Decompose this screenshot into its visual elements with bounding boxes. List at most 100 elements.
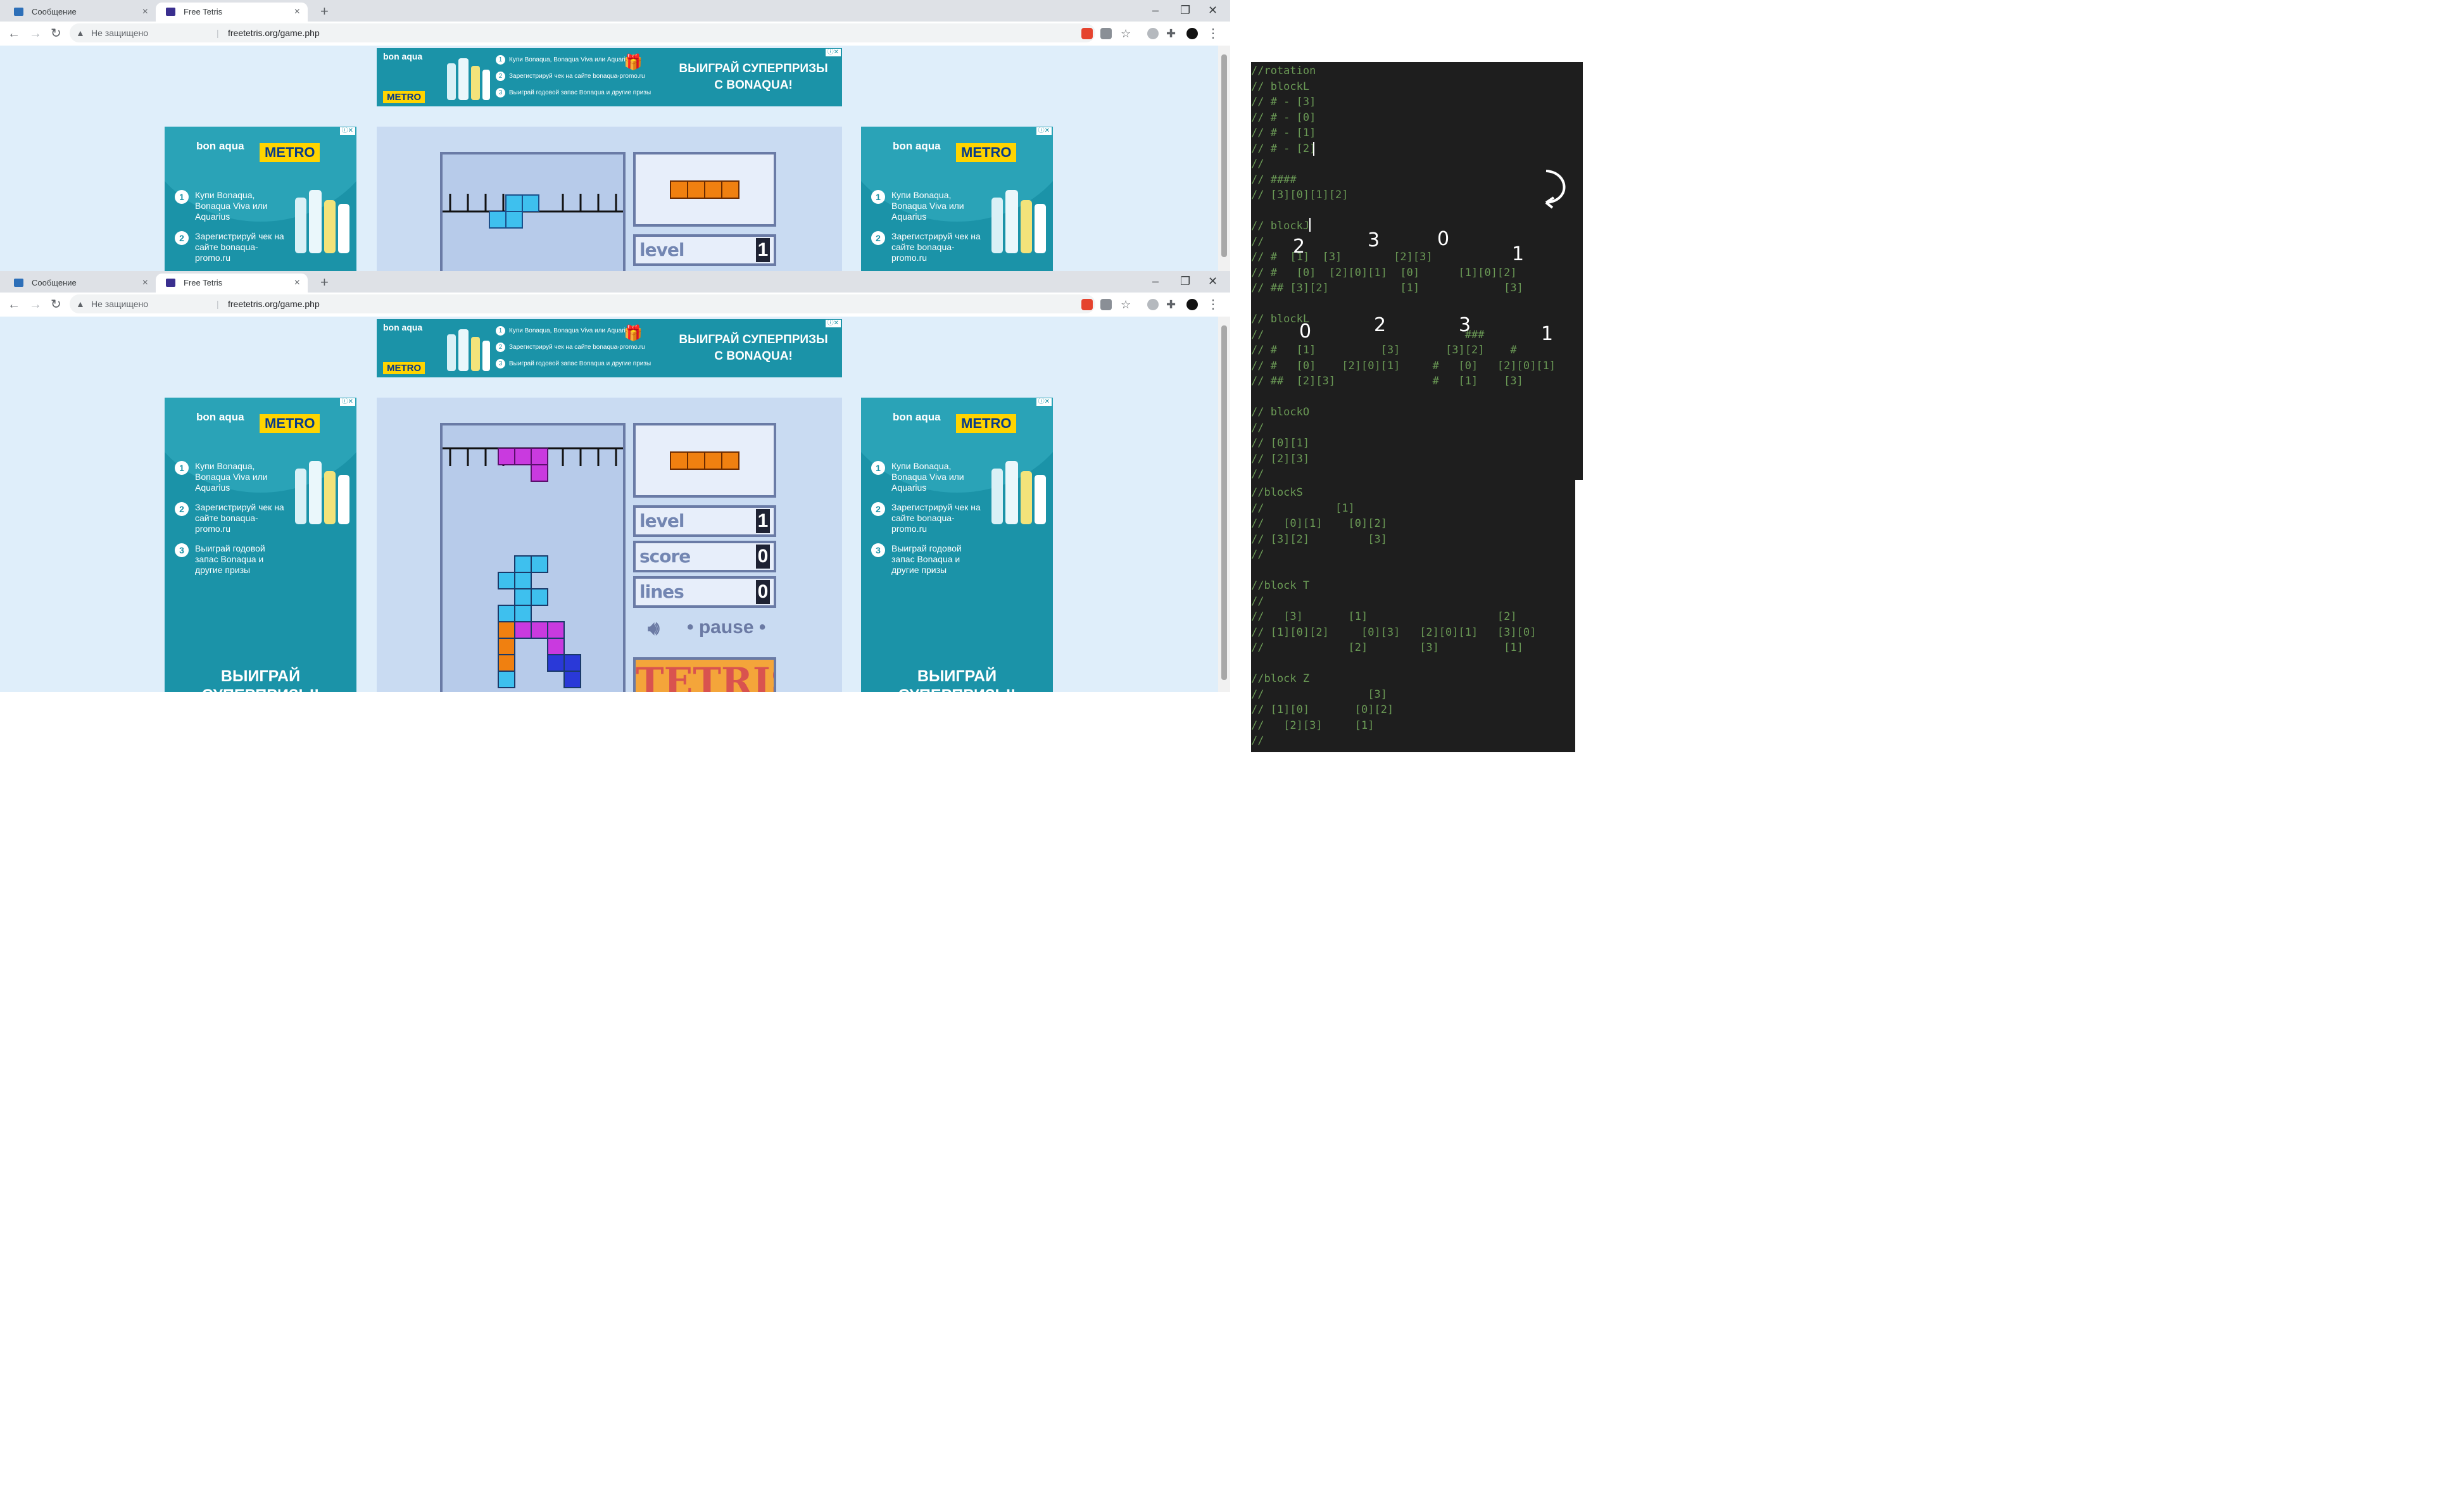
puzzle-icon[interactable]: ✚ — [1166, 295, 1176, 314]
menu-icon[interactable]: ⋮ — [1207, 295, 1219, 314]
extension-icon[interactable] — [1081, 299, 1093, 310]
code-line[interactable]: // blockJ — [1251, 218, 1587, 234]
code-line[interactable]: // # - [2] — [1251, 141, 1587, 157]
code-line[interactable]: // [1] — [1251, 501, 1587, 517]
code-line[interactable]: //rotation — [1251, 63, 1587, 79]
ad-close-icon[interactable]: ⓘ✕ — [339, 127, 355, 135]
restore-icon[interactable]: ❐ — [1180, 271, 1190, 293]
code-line[interactable]: // — [1251, 156, 1587, 172]
new-tab-icon[interactable]: + — [320, 274, 329, 291]
ad-close-icon[interactable]: ⓘ✕ — [825, 49, 841, 56]
omnibox[interactable]: ▲ Не защищено | freetetris.org/game.php — [70, 23, 1095, 42]
code-line[interactable]: // [2][3] — [1251, 451, 1587, 467]
tetris-game[interactable]: level 1 score 0 lines 0 🔊︎ • pause • TET… — [377, 398, 842, 692]
code-line[interactable]: // [0][1] [0][2] — [1251, 516, 1587, 532]
side-ad-right[interactable]: bon aqua METRO 1 Купи Bonaqua, Bonaqua Vi… — [861, 127, 1053, 271]
banner-ad[interactable]: bon aqua METRO 1 Купи Bonaqua, Bonaqua Vi… — [377, 319, 842, 377]
tab-close-icon[interactable]: × — [294, 3, 300, 22]
extension-icon[interactable] — [1147, 299, 1159, 310]
code-line[interactable]: // [2] [3] [1] — [1251, 640, 1587, 656]
code-line[interactable]: // blockL — [1251, 79, 1587, 95]
tab-close-icon[interactable]: × — [294, 274, 300, 293]
code-line[interactable]: // [1][0] [0][2] — [1251, 702, 1587, 718]
omnibox[interactable]: ▲ Не защищено | freetetris.org/game.php — [70, 294, 1095, 313]
tetris-game[interactable]: level 1 — [377, 127, 842, 271]
code-line[interactable]: // [3] [1] [2] — [1251, 609, 1587, 625]
star-icon[interactable]: ☆ — [1121, 295, 1131, 314]
extension-icon[interactable] — [1147, 28, 1159, 39]
ad-close-icon[interactable]: ⓘ✕ — [1036, 398, 1052, 406]
menu-icon[interactable]: ⋮ — [1207, 24, 1219, 43]
code-line[interactable]: // # - [3] — [1251, 94, 1587, 110]
scrollbar[interactable] — [1218, 317, 1230, 692]
code-line[interactable]: // ## [2][3] # [1] [3] — [1251, 374, 1587, 389]
code-line[interactable]: // [1][0][2] [0][3] [2][0][1] [3][0] — [1251, 625, 1587, 641]
scrollbar-thumb[interactable] — [1221, 325, 1227, 680]
code-line[interactable]: // [3][2] [3] — [1251, 532, 1587, 548]
code-line[interactable] — [1251, 389, 1587, 405]
code-line[interactable]: // [3][0][1][2] — [1251, 187, 1587, 203]
restore-icon[interactable]: ❐ — [1180, 0, 1190, 22]
tab-message[interactable]: Сообщение × — [4, 3, 156, 22]
code-line[interactable]: // blockO — [1251, 405, 1587, 420]
close-window-icon[interactable]: ✕ — [1208, 0, 1218, 22]
code-line[interactable]: // # [1] [3] [3][2] # — [1251, 343, 1587, 358]
puzzle-icon[interactable]: ✚ — [1166, 24, 1176, 43]
ad-close-icon[interactable]: ⓘ✕ — [339, 398, 355, 406]
code-line[interactable] — [1251, 296, 1587, 312]
scrollbar-thumb[interactable] — [1221, 54, 1227, 257]
translate-icon[interactable] — [1100, 299, 1112, 310]
ad-close-icon[interactable]: ⓘ✕ — [825, 320, 841, 327]
code-line[interactable]: //block T — [1251, 578, 1587, 594]
code-line[interactable] — [1251, 203, 1587, 219]
code-text-1[interactable]: //rotation// blockL// # - [3]// # - [0] /… — [1251, 63, 1587, 482]
pause-button[interactable]: • pause • — [687, 617, 765, 638]
code-line[interactable]: //blockS — [1251, 485, 1587, 501]
code-text-2[interactable]: //blockS// [1]// [0][1] [0][2]// [3][2] … — [1251, 485, 1587, 749]
code-line[interactable]: // # [0] [2][0][1] # [0] [2][0][1] — [1251, 358, 1587, 374]
back-icon[interactable]: ← — [8, 295, 20, 314]
minimize-icon[interactable]: – — [1152, 0, 1159, 22]
code-line[interactable]: // — [1251, 547, 1587, 563]
reload-icon[interactable]: ↻ — [51, 24, 61, 43]
translate-icon[interactable] — [1100, 28, 1112, 39]
tab-free-tetris[interactable]: Free Tetris × — [156, 274, 308, 293]
avatar[interactable] — [1186, 28, 1198, 39]
tab-free-tetris[interactable]: Free Tetris × — [156, 3, 308, 22]
tab-message[interactable]: Сообщение × — [4, 274, 156, 293]
tab-close-icon[interactable]: × — [142, 3, 148, 22]
forward-icon[interactable]: → — [29, 24, 42, 43]
code-line[interactable]: // — [1251, 594, 1587, 610]
side-ad-left[interactable]: bon aqua METRO 1 Купи Bonaqua, Bonaqua Vi… — [165, 127, 356, 271]
close-window-icon[interactable]: ✕ — [1208, 271, 1218, 293]
extension-icon[interactable] — [1081, 28, 1093, 39]
code-line[interactable]: // [2][3] [1] — [1251, 718, 1587, 734]
back-icon[interactable]: ← — [8, 24, 20, 43]
speaker-icon[interactable]: 🔊︎ — [648, 618, 660, 639]
code-line[interactable]: // ## [3][2] [1] [3] — [1251, 280, 1587, 296]
ad-close-icon[interactable]: ⓘ✕ — [1036, 127, 1052, 135]
reload-icon[interactable]: ↻ — [51, 295, 61, 314]
code-line[interactable]: // # - [0] — [1251, 110, 1587, 126]
scrollbar[interactable] — [1218, 46, 1230, 271]
code-line[interactable] — [1251, 563, 1587, 579]
new-tab-icon[interactable]: + — [320, 3, 329, 20]
side-ad-right[interactable]: bon aqua METRO 1 Купи Bonaqua, Bonaqua Vi… — [861, 398, 1053, 692]
code-line[interactable]: // [0][1] — [1251, 436, 1587, 451]
star-icon[interactable]: ☆ — [1121, 24, 1131, 43]
minimize-icon[interactable]: – — [1152, 271, 1159, 293]
side-ad-left[interactable]: bon aqua METRO 1 Купи Bonaqua, Bonaqua Vi… — [165, 398, 356, 692]
code-line[interactable]: //block Z — [1251, 671, 1587, 687]
code-line[interactable]: // — [1251, 467, 1587, 482]
game-well[interactable] — [440, 423, 626, 692]
code-line[interactable]: // #### — [1251, 172, 1587, 188]
code-line[interactable]: // # [0] [2][0][1] [0] [1][0][2] — [1251, 265, 1587, 281]
game-well[interactable] — [440, 152, 626, 271]
code-line[interactable]: // — [1251, 733, 1587, 749]
code-line[interactable]: // — [1251, 420, 1587, 436]
avatar[interactable] — [1186, 299, 1198, 310]
code-line[interactable]: // [3] — [1251, 687, 1587, 703]
banner-ad[interactable]: bon aqua METRO 1 Купи Bonaqua, Bonaqua Vi… — [377, 48, 842, 106]
tab-close-icon[interactable]: × — [142, 274, 148, 293]
forward-icon[interactable]: → — [29, 295, 42, 314]
